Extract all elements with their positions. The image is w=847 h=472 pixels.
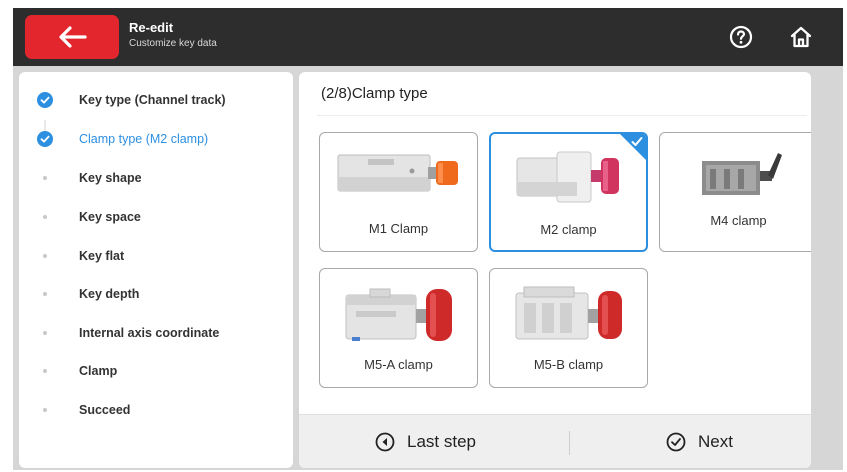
clamp-option-m4[interactable]: M4 clamp bbox=[659, 132, 811, 252]
page-title: Re-edit bbox=[129, 20, 174, 35]
next-label: Next bbox=[698, 432, 733, 451]
step-label: Key space bbox=[79, 210, 141, 224]
dot-icon bbox=[43, 408, 47, 412]
last-step-label: Last step bbox=[407, 432, 476, 451]
m5b-clamp-image bbox=[515, 286, 622, 340]
clamp-option-m5a[interactable]: M5-A clamp bbox=[319, 268, 478, 388]
dot-icon bbox=[43, 331, 47, 335]
clamp-option-m2[interactable]: M2 clamp bbox=[489, 132, 648, 252]
steps-sidebar: Key type (Channel track) Clamp type (M2 … bbox=[19, 72, 293, 468]
page-subtitle: Customize key data bbox=[129, 38, 217, 49]
step-key-space: Key space bbox=[19, 205, 293, 229]
divider bbox=[317, 115, 807, 116]
clamp-label: M1 Clamp bbox=[368, 221, 429, 236]
dot-icon bbox=[43, 176, 47, 180]
dot-icon bbox=[43, 292, 47, 296]
step-label: Clamp type (M2 clamp) bbox=[79, 132, 209, 146]
home-button[interactable] bbox=[788, 24, 814, 50]
top-bar: Re-edit Customize key data bbox=[13, 8, 843, 66]
back-button[interactable] bbox=[25, 15, 119, 59]
app-window: Re-edit Customize key data Key type (Cha… bbox=[13, 8, 843, 470]
step-clamp: Clamp bbox=[19, 359, 293, 383]
step-label: Internal axis coordinate bbox=[79, 326, 220, 340]
help-circle-icon bbox=[729, 25, 753, 49]
divider bbox=[569, 431, 570, 455]
clamp-label: M4 clamp bbox=[710, 213, 767, 228]
dot-icon bbox=[43, 254, 47, 258]
step-succeed: Succeed bbox=[19, 398, 293, 422]
clamp-option-m1[interactable]: M1 Clamp bbox=[319, 132, 478, 252]
circle-check-icon bbox=[666, 432, 686, 452]
home-icon bbox=[790, 26, 812, 48]
title-block: Re-edit Customize key data bbox=[129, 20, 217, 51]
step-label: Key depth bbox=[79, 287, 140, 301]
step-internal-axis: Internal axis coordinate bbox=[19, 321, 293, 345]
last-step-button[interactable]: Last step bbox=[375, 415, 476, 468]
check-icon bbox=[37, 92, 53, 108]
m5a-clamp-image bbox=[345, 288, 452, 341]
clamp-label: M5-B clamp bbox=[533, 357, 604, 372]
next-button[interactable]: Next bbox=[666, 415, 733, 468]
step-label: Clamp bbox=[79, 364, 118, 378]
step-label: Key flat bbox=[79, 249, 125, 263]
bottom-nav-bar: Last step Next bbox=[299, 414, 811, 468]
help-button[interactable] bbox=[728, 24, 754, 50]
step-key-flat: Key flat bbox=[19, 244, 293, 268]
arrow-left-icon bbox=[59, 26, 87, 48]
check-icon bbox=[631, 137, 643, 146]
step-key-depth: Key depth bbox=[19, 282, 293, 306]
dot-icon bbox=[43, 369, 47, 373]
clamp-label: M2 clamp bbox=[540, 222, 597, 237]
clamp-selection-panel: (2/8)Clamp type M1 Clamp M2 clamp M4 cla… bbox=[299, 72, 811, 468]
step-key-shape: Key shape bbox=[19, 166, 293, 190]
m1-clamp-image bbox=[337, 154, 458, 192]
step-label: Key shape bbox=[79, 171, 142, 185]
clamp-option-m5b[interactable]: M5-B clamp bbox=[489, 268, 648, 388]
circle-arrow-left-icon bbox=[375, 432, 395, 452]
step-label: Key type (Channel track) bbox=[79, 93, 226, 107]
step-key-type: Key type (Channel track) bbox=[19, 88, 293, 112]
check-icon bbox=[37, 131, 53, 147]
dot-icon bbox=[43, 215, 47, 219]
step-clamp-type: Clamp type (M2 clamp) bbox=[19, 127, 293, 151]
m4-clamp-image bbox=[702, 153, 782, 195]
m2-clamp-image bbox=[516, 151, 619, 203]
step-label: Succeed bbox=[79, 403, 131, 417]
clamp-label: M5-A clamp bbox=[364, 357, 433, 372]
section-title: (2/8)Clamp type bbox=[321, 85, 428, 102]
